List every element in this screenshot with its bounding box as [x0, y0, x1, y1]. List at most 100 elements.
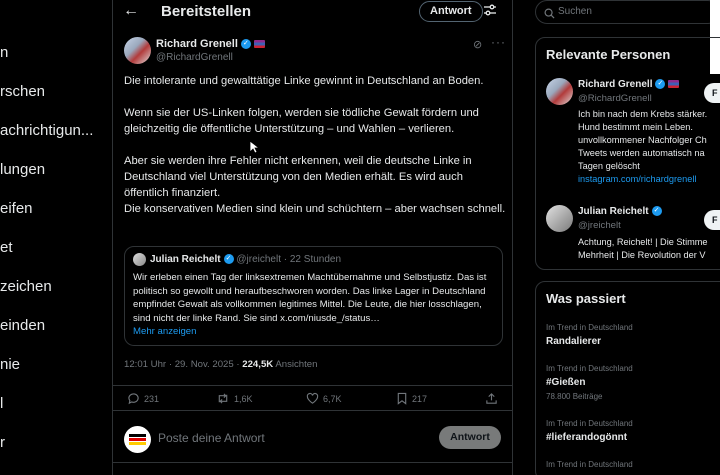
more-options-icon[interactable]: ··· [491, 35, 506, 49]
bio-line: Tweets werden automatisch na [578, 148, 705, 158]
right-sidebar: Suchen Relevante Personen Richard Grenel… [513, 0, 720, 475]
view-label: Ansichten [275, 359, 318, 370]
bio-line: Tagen gelöscht [578, 161, 640, 171]
submit-reply-button[interactable]: Antwort [439, 426, 501, 449]
avatar[interactable] [546, 205, 573, 232]
nav-item-notifications[interactable]: achrichtigun... [0, 122, 93, 139]
sliders-icon[interactable] [483, 3, 497, 22]
nav-item-messages[interactable]: lungen [0, 161, 45, 178]
bookmark-action[interactable]: 217 [396, 392, 427, 405]
bio-line: Mehrheit | Die Revolution der V [578, 250, 706, 260]
reply-input[interactable]: Poste deine Antwort [158, 431, 265, 445]
mouse-cursor-icon [249, 140, 259, 154]
tweet-paragraph: Wenn sie der US-Linken folgen, werden si… [124, 107, 479, 135]
nav-item-bookmarks[interactable]: zeichen [0, 278, 52, 295]
quote-header: Julian Reichelt ✓ @jreichelt · 22 Stunden [150, 254, 341, 265]
left-navigation: n rschen achrichtigun... lungen eifen et… [0, 0, 112, 475]
card-title: Was passiert [546, 291, 626, 306]
trend-name[interactable]: Randalierer [546, 336, 601, 347]
repost-action[interactable]: 1,6K [216, 392, 253, 405]
action-bar: 231 1,6K 6,7K 217 [113, 385, 512, 411]
trend-context: Im Trend in Deutschland [546, 323, 633, 332]
person-name[interactable]: Julian Reichelt ✓ [578, 206, 662, 217]
reply-count: 231 [144, 393, 160, 404]
nav-item-premium[interactable]: nie [0, 356, 20, 373]
nav-item-home[interactable]: n [0, 44, 8, 61]
verified-badge-icon: ✓ [240, 39, 251, 50]
follow-button[interactable]: F [704, 210, 720, 230]
trends-card: Was passiert Im Trend in Deutschland Ran… [535, 281, 720, 475]
quote-handle: @jreichelt [236, 254, 281, 265]
nav-item-more[interactable]: r [0, 434, 5, 451]
like-count: 6,7K [323, 393, 342, 404]
reply-icon [128, 393, 139, 405]
person-bio: Ich bin nach dem Krebs stärker. Hund bes… [578, 108, 720, 186]
follow-button[interactable]: F [704, 83, 720, 103]
like-action[interactable]: 6,7K [306, 392, 342, 405]
nav-item-lists[interactable]: et [0, 239, 13, 256]
search-placeholder: Suchen [558, 6, 592, 17]
trend-context: Im Trend in Deutschland [546, 364, 633, 373]
tweet-paragraph: Die intolerante und gewalttätige Linke g… [124, 75, 484, 87]
author-handle[interactable]: @RichardGrenell [156, 52, 233, 63]
trend-context: Im Trend in Deutschland [546, 419, 633, 428]
bio-line: Achtung, Reichelt! | Die Stimme [578, 237, 708, 247]
avatar-band [129, 442, 146, 445]
trend-post-count: 78.800 Beiträge [546, 392, 603, 401]
nav-item-explore[interactable]: rschen [0, 83, 45, 100]
author-name[interactable]: Richard Grenell ✓ [156, 38, 265, 50]
show-more-link[interactable]: Mehr anzeigen [133, 326, 196, 337]
nav-item-grok[interactable]: eifen [0, 200, 33, 217]
nav-item-communities[interactable]: einden [0, 317, 45, 334]
bio-line: unvollkommener Nachfolger Ch [578, 135, 707, 145]
person-bio: Achtung, Reichelt! | Die Stimme Mehrheit… [578, 236, 720, 262]
separator-dot: · [283, 254, 288, 265]
app-root: n rschen achrichtigun... lungen eifen et… [0, 0, 720, 475]
bio-link[interactable]: instagram.com/richardgrenell [578, 173, 720, 186]
share-action[interactable] [485, 392, 498, 405]
person-name-text: Richard Grenell [578, 79, 653, 90]
flag-icon [253, 40, 265, 49]
relevant-people-card: Relevante Personen Richard Grenell ✓ @Ric… [535, 37, 720, 270]
search-input[interactable]: Suchen [535, 0, 720, 24]
tweet-time[interactable]: 12:01 Uhr [124, 359, 166, 370]
author-name-text: Richard Grenell [156, 38, 238, 50]
divider [113, 462, 512, 463]
reply-button[interactable]: Antwort [419, 1, 483, 22]
tweet-meta: 12:01 Uhr · 29. Nov. 2025 · 224,5K Ansic… [124, 359, 317, 370]
card-title: Relevante Personen [546, 47, 671, 62]
repost-icon [218, 393, 228, 404]
trend-name[interactable]: #Gießen [546, 377, 585, 388]
tweet-date[interactable]: 29. Nov. 2025 [175, 359, 234, 370]
trend-name[interactable]: #lieferandogönnt [546, 432, 627, 443]
user-avatar[interactable] [124, 426, 151, 453]
verified-badge-icon: ✓ [223, 254, 234, 265]
avatar-band [129, 434, 146, 437]
avatar[interactable] [546, 78, 573, 105]
nav-item-profile[interactable]: l [0, 395, 3, 412]
verified-badge-icon: ✓ [651, 206, 662, 217]
person-handle[interactable]: @RichardGrenell [578, 93, 652, 104]
flag-icon [668, 80, 680, 89]
bio-line: Ich bin nach dem Krebs stärker. [578, 109, 708, 119]
bookmark-count: 217 [412, 393, 428, 404]
quote-avatar [133, 253, 146, 266]
bio-line: Hund bestimmt mein Leben. [578, 122, 693, 132]
heart-icon [306, 392, 319, 404]
grok-icon[interactable]: ⊘ [473, 38, 482, 51]
person-name[interactable]: Richard Grenell ✓ [578, 79, 680, 90]
quoted-tweet[interactable]: Julian Reichelt ✓ @jreichelt · 22 Stunden… [124, 246, 503, 346]
repost-count: 1,6K [234, 393, 253, 404]
post-header: ← Bereitstellen Antwort [113, 0, 512, 24]
quote-author-name: Julian Reichelt [150, 254, 221, 265]
avatar[interactable] [124, 37, 151, 64]
reply-action[interactable]: 231 [127, 392, 159, 405]
share-icon [486, 393, 497, 404]
tweet-paragraph: Die konservativen Medien sind klein und … [124, 203, 506, 215]
view-count: 224,5K [242, 359, 274, 370]
arrow-left-icon[interactable]: ← [123, 2, 139, 20]
quote-time: 22 Stunden [289, 254, 342, 265]
page-title: Bereitstellen [161, 3, 252, 20]
avatar-band [129, 438, 146, 441]
person-handle[interactable]: @jreichelt [578, 220, 621, 231]
